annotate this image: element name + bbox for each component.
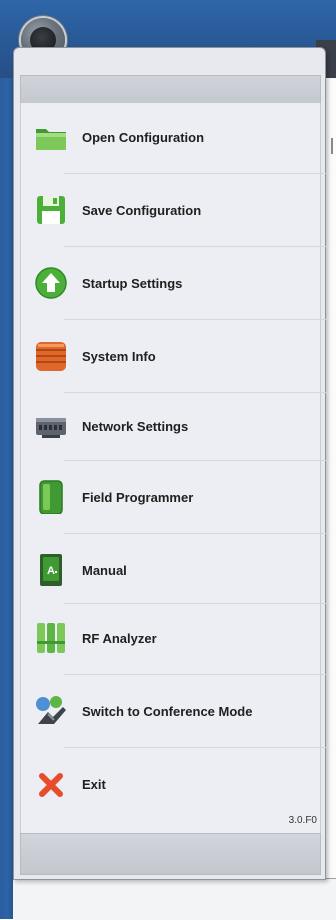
menu-separator	[64, 173, 329, 174]
application-menu: Open Configuration Save Configuration St…	[13, 47, 329, 880]
menu-item-system-info[interactable]: System Info	[20, 322, 319, 392]
menu-separator	[64, 533, 329, 534]
menu-separator	[64, 246, 329, 247]
menu-item-network-settings[interactable]: Network Settings	[20, 392, 319, 462]
window-left-border	[0, 78, 13, 919]
menu-separator	[64, 747, 329, 748]
menu-item-label: Switch to Conference Mode	[82, 704, 253, 719]
menu-item-open-configuration[interactable]: Open Configuration	[20, 103, 319, 173]
menu-item-label: Save Configuration	[82, 203, 202, 218]
stacked-box-icon	[34, 339, 68, 373]
menu-item-label: RF Analyzer	[82, 631, 157, 646]
conference-mode-icon	[34, 694, 68, 728]
close-x-icon	[38, 772, 64, 798]
background-bottom-area	[13, 878, 336, 920]
menu-item-label: System Info	[82, 349, 156, 364]
floppy-disk-icon	[34, 193, 68, 227]
menu-bottom-bar	[20, 833, 321, 875]
rf-bars-icon	[34, 621, 68, 655]
folder-open-icon	[34, 120, 68, 154]
network-device-icon	[34, 409, 68, 443]
green-module-icon	[34, 480, 68, 515]
menu-item-manual[interactable]: A Manual	[20, 536, 319, 606]
menu-separator	[64, 460, 329, 461]
menu-separator	[64, 319, 329, 320]
menu-separator	[64, 674, 329, 675]
menu-item-label: Field Programmer	[82, 490, 194, 505]
manual-book-icon: A	[34, 553, 68, 587]
menu-item-label: Open Configuration	[82, 130, 205, 145]
content-text-cursor	[331, 138, 333, 154]
menu-item-label: Network Settings	[82, 419, 189, 434]
menu-item-field-programmer[interactable]: Field Programmer	[20, 463, 319, 533]
version-label: 3.0.F0	[288, 815, 317, 826]
svg-text:A: A	[47, 565, 55, 577]
menu-item-save-configuration[interactable]: Save Configuration	[20, 176, 319, 246]
menu-item-switch-to-conference-mode[interactable]: Switch to Conference Mode	[20, 677, 319, 747]
menu-item-label: Exit	[82, 777, 106, 792]
arrow-up-circle-icon	[34, 266, 68, 300]
menu-item-label: Manual	[82, 563, 127, 578]
menu-item-exit[interactable]: Exit	[20, 750, 319, 820]
menu-item-label: Startup Settings	[82, 276, 183, 291]
menu-item-rf-analyzer[interactable]: RF Analyzer	[20, 604, 319, 674]
menu-item-startup-settings[interactable]: Startup Settings	[20, 249, 319, 319]
menu-top-bar	[20, 75, 321, 105]
